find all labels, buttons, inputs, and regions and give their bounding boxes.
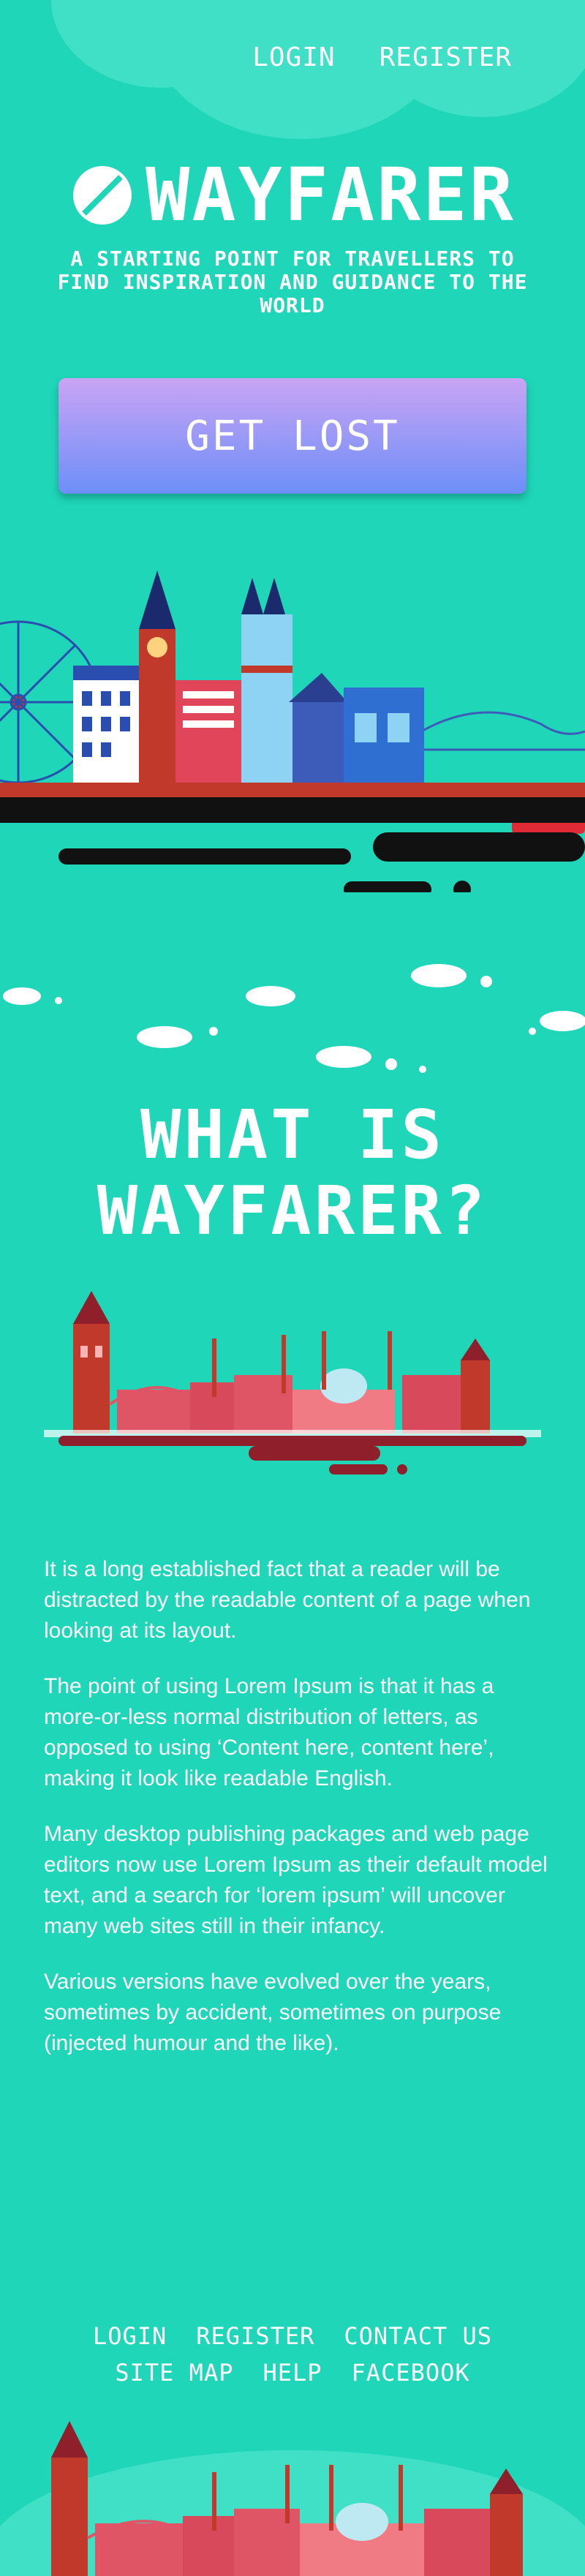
about-text: It is a long established fact that a rea… [44, 1554, 548, 2084]
footer-row: SITE MAP HELP FACEBOOK [115, 2359, 469, 2387]
about-heading: WHAT IS WAYFARER? [0, 1097, 585, 1249]
footer-login-link[interactable]: LOGIN [93, 2322, 167, 2350]
footer-facebook-link[interactable]: FACEBOOK [352, 2359, 470, 2387]
about-heading-line2: WAYFARER? [97, 1172, 488, 1250]
site-logo: WAYFARER [0, 152, 585, 238]
bridge [409, 711, 585, 751]
about-paragraph: It is a long established fact that a rea… [44, 1557, 531, 1643]
london-skyline-illustration [0, 570, 585, 892]
about-paragraph: Many desktop publishing packages and web… [44, 1822, 548, 1938]
footer-row: LOGIN REGISTER CONTACT US [93, 2322, 492, 2350]
footer-register-link[interactable]: REGISTER [196, 2322, 314, 2350]
about-paragraph: The point of using Lorem Ipsum is that i… [44, 1674, 494, 1790]
site-title: WAYFARER [146, 152, 516, 238]
footer-nav: LOGIN REGISTER CONTACT US SITE MAP HELP … [0, 2322, 585, 2387]
footer-skyline-illustration [0, 2421, 585, 2576]
footer-help-link[interactable]: HELP [263, 2359, 322, 2387]
road [0, 797, 585, 823]
get-lost-button[interactable]: GET LOST [58, 378, 526, 494]
compass-icon [73, 165, 132, 225]
about-heading-line1: WHAT IS [140, 1096, 445, 1174]
footer-sitemap-link[interactable]: SITE MAP [115, 2359, 233, 2387]
get-lost-label: GET LOST [185, 412, 400, 460]
login-link[interactable]: LOGIN [252, 42, 335, 72]
tagline: A STARTING POINT FOR TRAVELLERS TO FIND … [57, 246, 528, 317]
footer-contact-link[interactable]: CONTACT US [344, 2322, 492, 2350]
istanbul-skyline-illustration [44, 1291, 541, 1475]
cloud-group [3, 964, 585, 1073]
about-paragraph: Various versions have evolved over the y… [44, 1970, 502, 2055]
register-link[interactable]: REGISTER [380, 42, 512, 72]
header-nav: LOGIN REGISTER [252, 42, 512, 72]
